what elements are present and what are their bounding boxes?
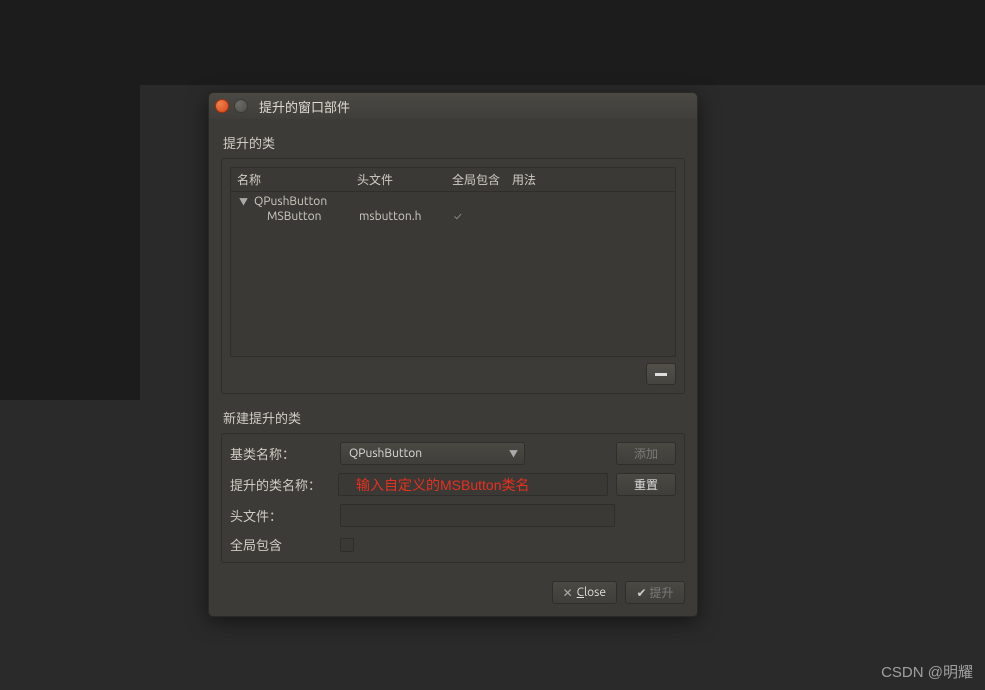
base-class-label: 基类名称：	[230, 444, 340, 463]
tree-row-parent[interactable]: ▼ QPushButton	[231, 194, 675, 209]
chevron-down-icon: ▼	[509, 447, 518, 460]
new-promoted-group: 基类名称： QPushButton ▼ 添加 提升的类名称： 重置 头文件： 全…	[221, 433, 685, 563]
expand-icon[interactable]: ▼	[239, 195, 248, 208]
promoted-class-name-label: 提升的类名称：	[230, 475, 338, 494]
tree-row-child[interactable]: MSButton msbutton.h	[231, 209, 675, 224]
promoted-classes-tree[interactable]: 名称 头文件 全局包含 用法 ▼ QPushButton MSButton ms…	[230, 167, 676, 357]
tree-header: 名称 头文件 全局包含 用法	[231, 168, 675, 192]
column-header[interactable]: 头文件	[351, 168, 446, 191]
titlebar[interactable]: 提升的窗口部件	[209, 93, 697, 119]
base-class-combo[interactable]: QPushButton ▼	[340, 442, 525, 465]
background-left	[0, 85, 140, 400]
check-icon: ✔	[636, 586, 646, 600]
global-include-checkbox[interactable]	[340, 538, 354, 552]
watermark: CSDN @明耀	[881, 661, 973, 682]
window-minimize-button[interactable]	[234, 99, 248, 113]
new-promoted-label: 新建提升的类	[221, 404, 685, 433]
column-usage[interactable]: 用法	[506, 168, 675, 191]
header-file-input[interactable]	[340, 504, 615, 527]
global-include-check	[454, 210, 514, 223]
promoted-classes-label: 提升的类	[221, 129, 685, 158]
window-title: 提升的窗口部件	[259, 97, 350, 116]
global-include-label: 全局包含	[230, 535, 340, 554]
header-file-label: 头文件：	[230, 506, 340, 525]
remove-button[interactable]	[646, 363, 676, 385]
reset-button[interactable]: 重置	[616, 473, 676, 496]
add-button[interactable]: 添加	[616, 442, 676, 465]
close-icon: ✕	[563, 586, 573, 600]
background-top	[0, 0, 985, 85]
window-close-button[interactable]	[215, 99, 229, 113]
column-name[interactable]: 名称	[231, 168, 351, 191]
promoted-class-name-input[interactable]	[338, 473, 608, 496]
promoted-classes-group: 名称 头文件 全局包含 用法 ▼ QPushButton MSButton ms…	[221, 158, 685, 394]
promote-widgets-dialog: 提升的窗口部件 提升的类 名称 头文件 全局包含 用法 ▼ QPushButto…	[208, 92, 698, 617]
minus-icon	[655, 373, 667, 376]
column-global[interactable]: 全局包含	[446, 168, 506, 191]
promote-button[interactable]: ✔提升	[625, 581, 685, 604]
close-button[interactable]: ✕Close	[552, 581, 617, 604]
